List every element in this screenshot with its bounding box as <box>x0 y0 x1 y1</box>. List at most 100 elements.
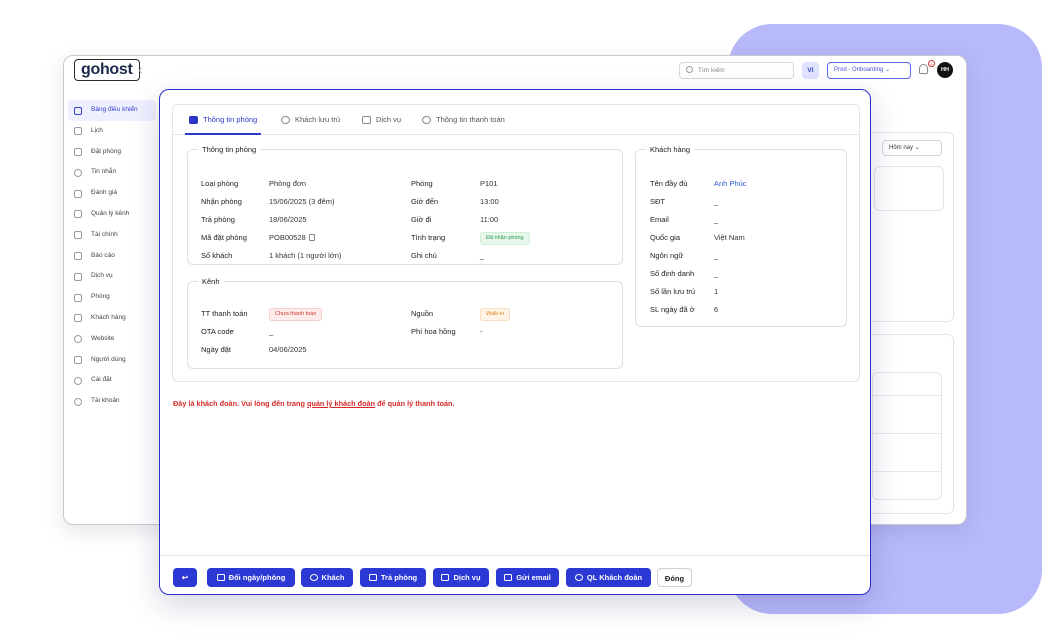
tab-guests[interactable]: Khách lưu trú <box>281 105 340 135</box>
close-button[interactable]: Đóng <box>657 568 692 587</box>
background-panel <box>864 132 954 322</box>
tab-bar: Thông tin phòng Khách lưu trú Dịch vụ Th… <box>173 105 859 135</box>
channel-section: Kênh <box>187 277 623 369</box>
button-label: QL Khách đoàn <box>586 573 643 582</box>
sidebar-item-rooms[interactable]: Phòng <box>64 287 160 308</box>
sidebar-item-label: Tài chính <box>91 230 118 238</box>
field-label: OTA code <box>201 327 234 336</box>
departure-time-value: 11:00 <box>480 215 499 224</box>
arrival-time-value: 13:00 <box>480 197 499 206</box>
sidebar-item-users[interactable]: Người dùng <box>64 350 160 371</box>
sidebar-item-account[interactable]: Tài khoản <box>64 391 160 412</box>
source-badge-label: Walk-in <box>480 308 511 321</box>
customers-icon <box>74 314 82 323</box>
group-management-button[interactable]: QL Khách đoàn <box>566 568 651 587</box>
source-badge: Walk-in <box>480 308 511 321</box>
sidebar: Bảng điều khiển Lịch Đặt phòng Tin nhắn … <box>64 100 160 412</box>
field-label: Email <box>650 215 669 224</box>
sidebar-item-dashboard[interactable]: Bảng điều khiển <box>68 100 156 121</box>
sidebar-item-services[interactable]: Dịch vụ <box>64 266 160 287</box>
sidebar-item-reports[interactable]: Báo cáo <box>64 246 160 267</box>
top-bar: gohost ‹ Tìm kiếm VI Prod - Onboarding ⌄… <box>64 56 966 86</box>
tab-payment-info[interactable]: Thông tin thanh toán <box>422 105 505 135</box>
tab-services[interactable]: Dịch vụ <box>362 105 401 135</box>
country-value: Việt Nam <box>714 233 745 242</box>
sidebar-item-website[interactable]: Website <box>64 329 160 350</box>
sidebar-item-label: Cài đặt <box>91 376 112 384</box>
field-label: Ghi chú <box>411 251 437 260</box>
tab-room-info[interactable]: Thông tin phòng <box>184 105 262 135</box>
sidebar-item-label: Người dùng <box>91 355 126 363</box>
range-select[interactable]: Hôm nay ⌄ <box>882 140 942 156</box>
avatar[interactable]: HH <box>937 62 953 78</box>
email-value: _ <box>714 215 719 224</box>
sidebar-item-label: Báo cáo <box>91 251 115 259</box>
back-icon: ↩ <box>181 573 189 582</box>
chart-icon <box>74 252 82 261</box>
service-button[interactable]: Dịch vụ <box>433 568 489 587</box>
sidebar-item-finance[interactable]: Tài chính <box>64 225 160 246</box>
check-out-value: 18/06/2025 <box>269 215 307 224</box>
sidebar-item-channels[interactable]: Quản lý kênh <box>64 204 160 225</box>
customer-name-link[interactable]: Anh Phúc <box>714 179 747 189</box>
field-label: SĐT <box>650 197 665 206</box>
booking-detail-modal: Thông tin phòng Khách lưu trú Dịch vụ Th… <box>159 89 871 595</box>
sidebar-item-label: Tài khoản <box>91 397 120 405</box>
copy-icon[interactable] <box>308 234 315 241</box>
sparkle-icon <box>441 574 450 581</box>
sidebar-item-reviews[interactable]: Đánh giá <box>64 183 160 204</box>
id-number-value: _ <box>714 269 719 278</box>
search-placeholder: Tìm kiếm <box>698 67 725 74</box>
sidebar-item-label: Phòng <box>91 293 110 301</box>
background-table-body <box>872 372 942 500</box>
field-label: Mã đặt phòng <box>201 233 247 242</box>
gohost-logo[interactable]: gohost <box>74 59 140 81</box>
sidebar-item-calendar[interactable]: Lịch <box>64 121 160 142</box>
tab-label: Thông tin thanh toán <box>436 115 505 124</box>
field-label: Ngôn ngữ <box>650 251 684 260</box>
notification-badge: 1 <box>928 60 935 67</box>
send-email-button[interactable]: Gửi email <box>496 568 559 587</box>
search-input[interactable]: Tìm kiếm <box>679 62 794 79</box>
language-switch[interactable]: VI <box>802 62 819 79</box>
section-title: Thông tin phòng <box>202 145 257 154</box>
sidebar-item-label: Lịch <box>91 126 103 134</box>
environment-select[interactable]: Prod - Onboarding ⌄ <box>827 62 911 79</box>
sidebar-item-label: Website <box>91 334 115 342</box>
bell-icon[interactable] <box>919 64 928 74</box>
tab-label: Thông tin phòng <box>203 115 258 124</box>
checkout-icon <box>368 574 377 581</box>
modal-footer: ↩ Đổi ngày/phòng Khách Trả phòng Dịch vụ… <box>160 555 870 594</box>
checkout-button[interactable]: Trả phòng <box>360 568 426 587</box>
money-icon <box>74 231 82 240</box>
book-icon <box>74 148 82 157</box>
table-row <box>872 471 942 472</box>
change-date-room-button[interactable]: Đổi ngày/phòng <box>207 568 295 587</box>
field-label: TT thanh toán <box>201 309 248 318</box>
group-management-link[interactable]: quản lý khách đoàn <box>307 399 375 408</box>
section-title: Khách hàng <box>650 145 691 154</box>
dashboard-icon <box>74 106 82 115</box>
group-guest-warning: Đây là khách đoàn. Vui lòng đến trang qu… <box>173 399 455 408</box>
ota-code-value: _ <box>269 327 274 336</box>
status-badge: Đã nhận phòng <box>480 232 530 245</box>
sidebar-item-messages[interactable]: Tin nhắn <box>64 162 160 183</box>
building-icon <box>74 293 82 302</box>
sidebar-item-label: Bảng điều khiển <box>91 106 138 113</box>
field-label: SL ngày đã ở <box>650 305 695 314</box>
back-button[interactable]: ↩ <box>173 568 197 587</box>
button-label: Khách <box>321 573 345 582</box>
guest-count-value: 1 khách (1 người lớn) <box>269 251 342 260</box>
sidebar-item-customers[interactable]: Khách hàng <box>64 308 160 329</box>
button-label: Trả phòng <box>380 573 418 582</box>
sidebar-item-bookings[interactable]: Đặt phòng <box>64 142 160 163</box>
booking-date-value: 04/06/2025 <box>269 345 307 354</box>
room-type-value: Phòng đơn <box>269 179 307 188</box>
stage: gohost ‹ Tìm kiếm VI Prod - Onboarding ⌄… <box>0 0 1042 636</box>
add-guest-button[interactable]: Khách <box>301 568 353 587</box>
service-icon <box>74 272 82 281</box>
sidebar-item-settings[interactable]: Cài đặt <box>64 370 160 391</box>
field-label: Phòng <box>411 179 433 188</box>
chevron-left-icon[interactable]: ‹ <box>138 62 142 77</box>
field-label: Tên đầy đủ <box>650 179 688 188</box>
